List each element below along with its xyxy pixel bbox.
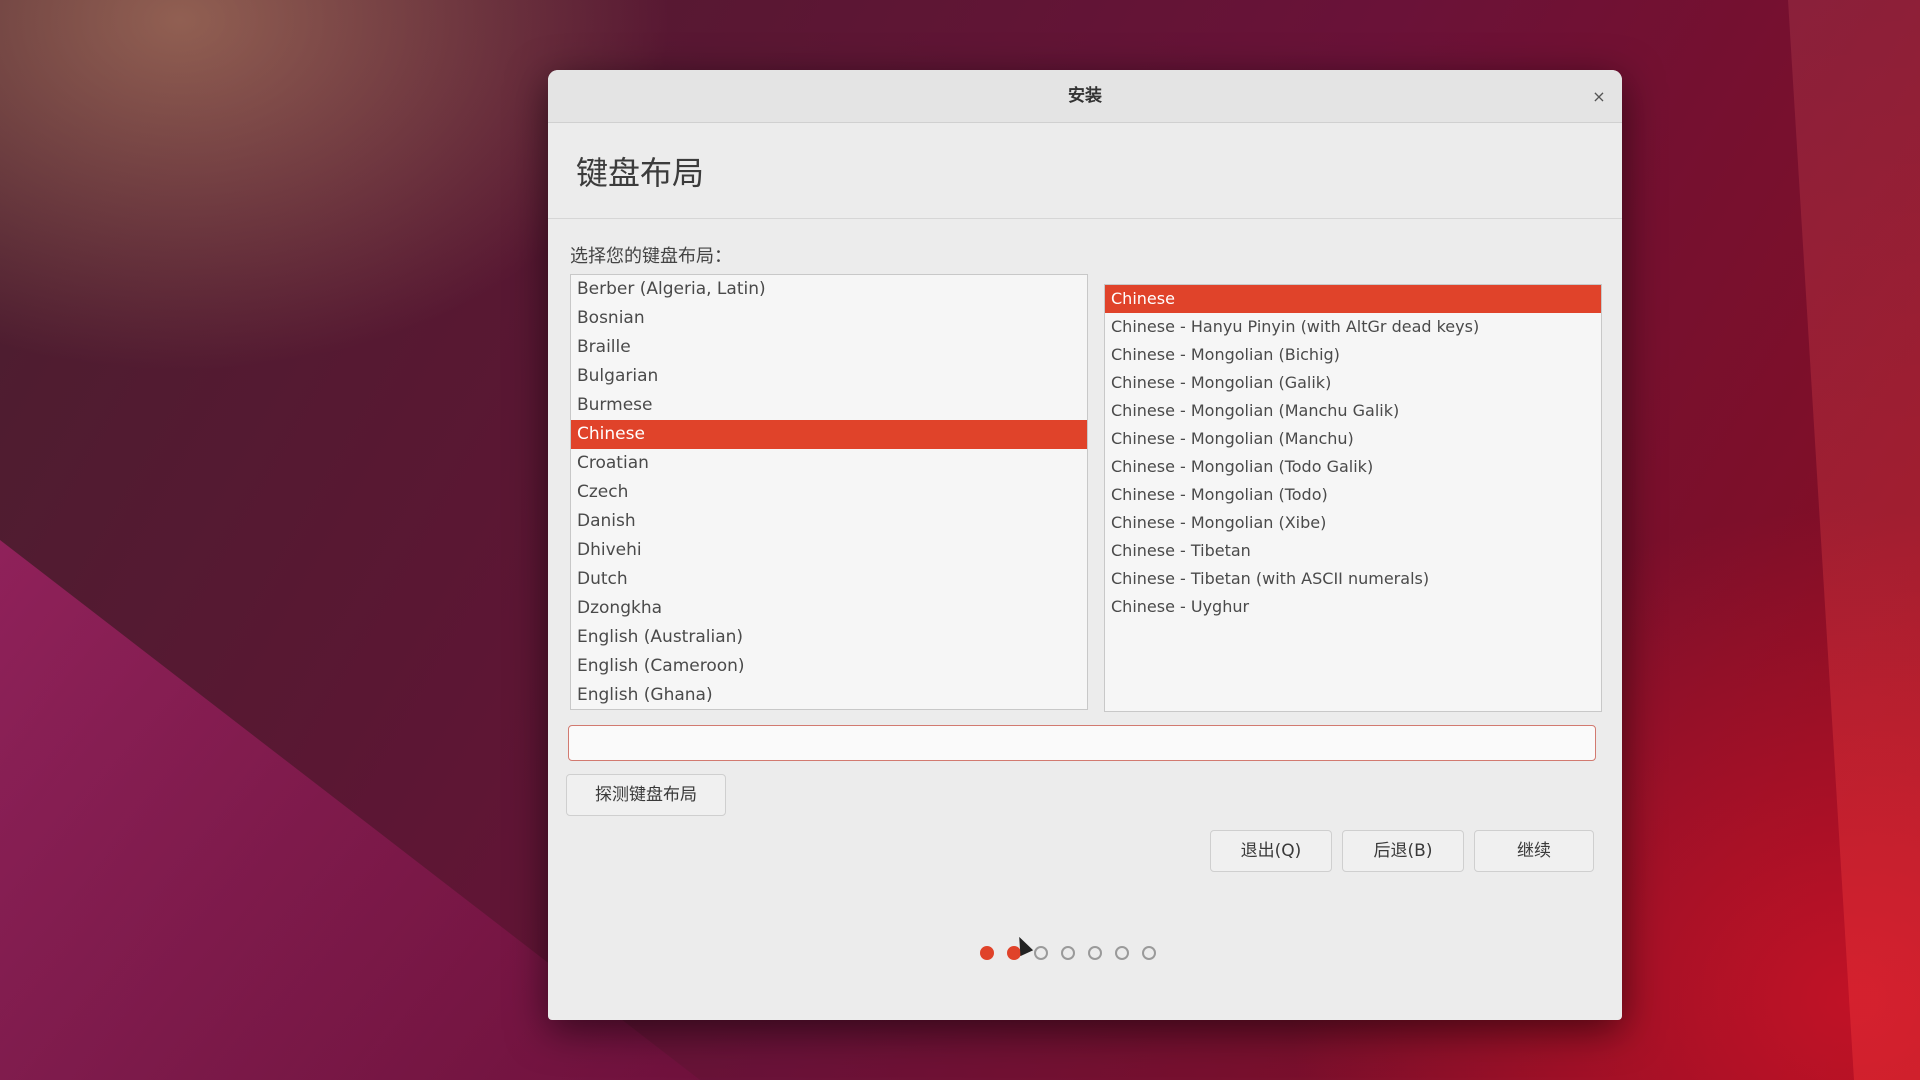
list-item[interactable]: English (Ghana) xyxy=(571,681,1087,709)
progress-dot xyxy=(1115,946,1129,960)
list-item[interactable]: Burmese xyxy=(571,391,1087,420)
list-item[interactable]: Chinese - Mongolian (Manchu Galik) xyxy=(1105,397,1601,425)
wallpaper-shape xyxy=(1788,0,1920,1080)
keyboard-test-input[interactable] xyxy=(568,725,1596,761)
list-item[interactable]: Chinese - Hanyu Pinyin (with AltGr dead … xyxy=(1105,313,1601,341)
quit-button[interactable]: 退出(Q) xyxy=(1210,830,1332,872)
installer-window: 安装 × 键盘布局 选择您的键盘布局： Berber (Algeria, Lat… xyxy=(548,70,1622,1020)
progress-dot xyxy=(1088,946,1102,960)
list-item[interactable]: Croatian xyxy=(571,449,1087,478)
list-item[interactable]: Chinese - Uyghur xyxy=(1105,593,1601,621)
detect-layout-button[interactable]: 探测键盘布局 xyxy=(566,774,726,816)
list-item[interactable]: Bulgarian xyxy=(571,362,1087,391)
window-title: 安装 xyxy=(1068,86,1102,106)
list-item[interactable]: Braille xyxy=(571,333,1087,362)
list-item[interactable]: English (Australian) xyxy=(571,623,1087,652)
list-item[interactable]: Dhivehi xyxy=(571,536,1087,565)
page-title: 键盘布局 xyxy=(576,154,705,192)
close-icon[interactable]: × xyxy=(1588,86,1610,108)
progress-dot xyxy=(1142,946,1156,960)
list-item[interactable]: Chinese xyxy=(1105,285,1601,313)
back-button[interactable]: 后退(B) xyxy=(1342,830,1464,872)
list-item[interactable]: Chinese - Mongolian (Todo) xyxy=(1105,481,1601,509)
list-item[interactable]: Chinese - Mongolian (Galik) xyxy=(1105,369,1601,397)
list-item[interactable]: Chinese - Mongolian (Xibe) xyxy=(1105,509,1601,537)
list-item[interactable]: Dzongkha xyxy=(571,594,1087,623)
list-item[interactable]: Chinese xyxy=(571,420,1087,449)
list-item[interactable]: Dutch xyxy=(571,565,1087,594)
list-item[interactable]: English (Cameroon) xyxy=(571,652,1087,681)
list-item[interactable]: Danish xyxy=(571,507,1087,536)
list-item[interactable]: Chinese - Mongolian (Todo Galik) xyxy=(1105,453,1601,481)
keyboard-layout-list[interactable]: Berber (Algeria, Latin) Bosnian Braille Bul… xyxy=(570,274,1088,710)
progress-dot xyxy=(1061,946,1075,960)
list-item[interactable]: Chinese - Tibetan (with ASCII numerals) xyxy=(1105,565,1601,593)
list-item[interactable]: Chinese - Mongolian (Manchu) xyxy=(1105,425,1601,453)
progress-dot xyxy=(1034,946,1048,960)
list-item[interactable]: Czech xyxy=(571,478,1087,507)
list-item[interactable]: Chinese - Tibetan xyxy=(1105,537,1601,565)
keyboard-variant-list[interactable]: Chinese Chinese - Hanyu Pinyin (with AltG… xyxy=(1104,284,1602,712)
title-bar: 安装 × xyxy=(548,70,1622,123)
list-item[interactable]: Chinese - Mongolian (Bichig) xyxy=(1105,341,1601,369)
list-item[interactable]: Bosnian xyxy=(571,304,1087,333)
progress-dot xyxy=(980,946,994,960)
step-progress-indicator xyxy=(980,946,1156,966)
layout-prompt-label: 选择您的键盘布局： xyxy=(570,246,732,267)
list-item[interactable]: Berber (Algeria, Latin) xyxy=(571,275,1087,304)
header-divider xyxy=(548,218,1622,219)
continue-button[interactable]: 继续 xyxy=(1474,830,1594,872)
